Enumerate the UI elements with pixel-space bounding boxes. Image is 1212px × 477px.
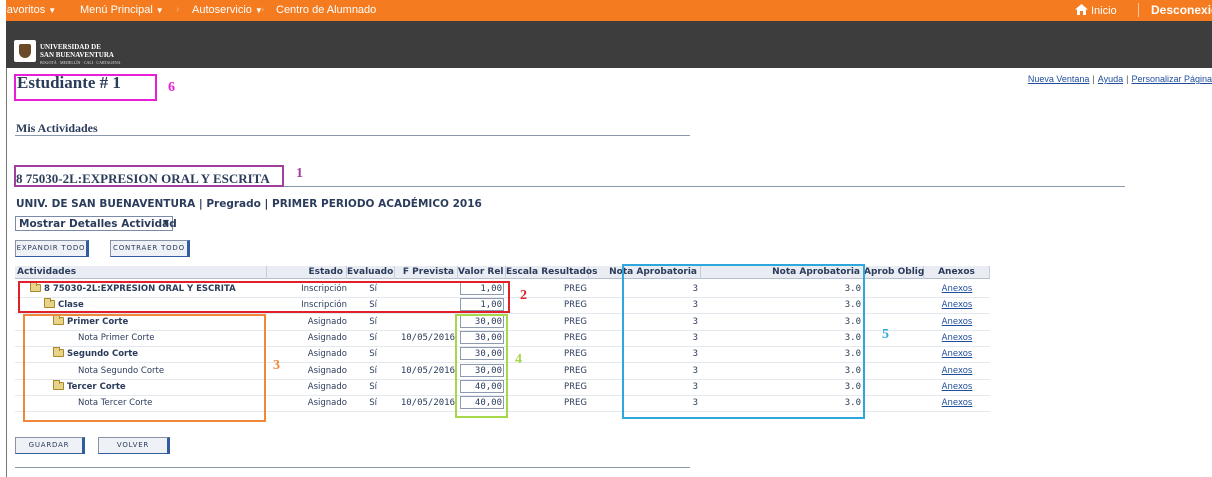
annotation-number-4: 4 (515, 352, 522, 367)
col-actividades[interactable]: Actividades (15, 266, 267, 279)
chevron-down-icon: ▼ (162, 218, 169, 227)
chevron-down-icon: ▼ (155, 6, 164, 15)
volver-button[interactable]: VOLVER (98, 437, 170, 454)
evaluado-cell: Sí (369, 366, 377, 376)
estado-cell: Asignado (307, 382, 347, 392)
annotation-box-4 (455, 314, 508, 418)
evaluado-cell: Sí (369, 382, 377, 392)
escala-cell: PREG (564, 333, 587, 343)
favoritos-menu[interactable]: Favoritos ▼ (0, 4, 56, 16)
breadcrumb-separator: › (261, 4, 265, 15)
col-anexos[interactable]: Anexos (924, 266, 990, 279)
course-info: UNIV. DE SAN BUENAVENTURA | Pregrado | P… (16, 198, 482, 210)
estado-cell: Asignado (307, 398, 347, 408)
top-nav-bar: Favoritos ▼ Menú Principal ▼ › Autoservici… (0, 0, 1212, 21)
nueva-ventana-link[interactable]: Nueva Ventana (1028, 74, 1090, 84)
annotation-number-3: 3 (273, 358, 280, 373)
estado-cell: Asignado (307, 317, 347, 327)
section-title: Mis Actividades (16, 121, 98, 135)
expandir-todo-button[interactable]: EXPANDIR TODO (15, 240, 89, 257)
f-prevista-cell: 10/05/2016 (400, 333, 455, 343)
anexos-link[interactable]: Anexos (924, 397, 990, 409)
contraer-todo-button[interactable]: CONTRAER TODO (110, 240, 190, 257)
annotation-number-5: 5 (882, 327, 889, 342)
annotation-number-6: 6 (168, 80, 175, 95)
col-f-prevista[interactable]: F Prevista (395, 266, 458, 279)
annotation-box-6 (14, 74, 157, 101)
anexos-link[interactable]: Anexos (924, 299, 990, 311)
f-prevista-cell: 10/05/2016 (400, 398, 455, 408)
anexos-link[interactable]: Anexos (924, 348, 990, 360)
desconexion-link[interactable]: Desconexión (1151, 3, 1212, 17)
university-logo-text: UNIVERSIDAD DE SAN BUENAVENTURA BOGOTÁ ·… (40, 43, 121, 65)
escala-cell: PREG (564, 317, 587, 327)
university-seal-icon (14, 40, 36, 62)
page-utility-links: Nueva Ventana | Ayuda | Personalizar Página (1027, 74, 1212, 84)
escala-cell: PREG (564, 284, 587, 294)
col-evaluado[interactable]: Evaluado (347, 266, 395, 279)
divider (15, 467, 690, 468)
anexos-link[interactable]: Anexos (924, 316, 990, 328)
annotation-number-2: 2 (520, 288, 527, 303)
escala-cell: PREG (564, 300, 587, 310)
inicio-link[interactable]: Inicio (1075, 3, 1117, 17)
annotation-number-1: 1 (296, 166, 303, 181)
anexos-link[interactable]: Anexos (924, 365, 990, 377)
estado-cell: Asignado (307, 333, 347, 343)
divider (15, 135, 690, 136)
evaluado-cell: Sí (369, 333, 377, 343)
personalizar-pagina-link[interactable]: Personalizar Página (1131, 74, 1212, 84)
escala-cell: PREG (564, 382, 587, 392)
evaluado-cell: Sí (369, 349, 377, 359)
col-valor-rel[interactable]: Valor Rel (458, 266, 506, 279)
annotation-box-5 (622, 264, 865, 419)
actividad-details-select[interactable]: Mostrar Detalles Actividad ▼ (15, 216, 177, 231)
anexos-link[interactable]: Anexos (924, 332, 990, 344)
home-icon (1075, 4, 1088, 15)
evaluado-cell: Sí (369, 317, 377, 327)
anexos-link[interactable]: Anexos (924, 283, 990, 295)
col-estado[interactable]: Estado (267, 266, 347, 279)
header-banner: UNIVERSIDAD DE SAN BUENAVENTURA BOGOTÁ ·… (6, 21, 1212, 68)
guardar-button[interactable]: GUARDAR (15, 437, 85, 454)
nav-divider (1138, 3, 1139, 17)
col-aprob-oblig[interactable]: Aprob Oblig (864, 266, 924, 279)
breadcrumb-separator: › (176, 4, 180, 15)
f-prevista-cell: 10/05/2016 (400, 366, 455, 376)
annotation-box-1 (14, 165, 284, 187)
col-escala-resultados[interactable]: Escala Resultados (506, 266, 597, 279)
ayuda-link[interactable]: Ayuda (1098, 74, 1123, 84)
menu-principal-menu[interactable]: Menú Principal ▼ (80, 4, 164, 16)
annotation-box-2 (18, 281, 510, 313)
chevron-down-icon: ▼ (48, 6, 57, 15)
anexos-link[interactable]: Anexos (924, 381, 990, 393)
centro-alumnado-link[interactable]: Centro de Alumnado (276, 4, 376, 16)
annotation-box-3 (23, 314, 266, 422)
autoservicio-menu[interactable]: Autoservicio ▼ (192, 4, 263, 16)
escala-cell: PREG (564, 398, 587, 408)
evaluado-cell: Sí (369, 398, 377, 408)
